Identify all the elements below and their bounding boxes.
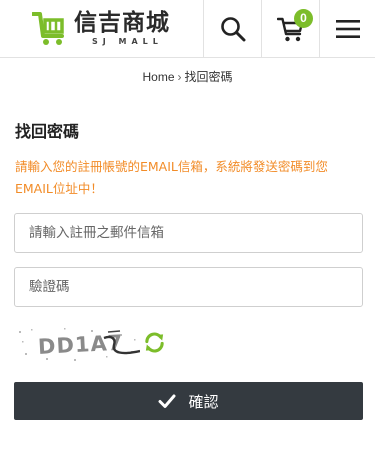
logo-cart-icon	[32, 12, 64, 45]
logo-title: 信吉商城	[74, 10, 170, 36]
confirm-button[interactable]: 確認	[14, 382, 363, 420]
cart-count-badge: 0	[294, 9, 313, 28]
check-icon	[158, 394, 176, 408]
instruction-notice: 請輸入您的註冊帳號的EMAIL信箱，系統將發送密碼到您EMAIL位址中！	[15, 159, 328, 196]
confirm-button-label: 確認	[188, 392, 219, 411]
search-icon	[220, 17, 245, 42]
breadcrumb: Home › 找回密碼	[0, 68, 375, 85]
email-field[interactable]	[14, 213, 363, 253]
breadcrumb-home-link[interactable]: Home	[142, 70, 174, 84]
captcha-text: DD1A7	[37, 331, 123, 359]
cart-button[interactable]: 0	[261, 0, 319, 58]
captcha-field[interactable]	[14, 267, 363, 307]
logo-subtitle: SJ MALL	[92, 37, 163, 46]
breadcrumb-current: 找回密碼	[184, 70, 233, 84]
search-button[interactable]	[203, 0, 261, 58]
site-header: 信吉商城 SJ MALL 0	[0, 0, 375, 58]
page-title: 找回密碼	[15, 122, 80, 141]
breadcrumb-separator: ›	[177, 70, 182, 84]
refresh-icon[interactable]	[143, 331, 166, 354]
site-logo[interactable]: 信吉商城 SJ MALL	[32, 8, 182, 50]
hamburger-menu-icon	[335, 20, 360, 38]
captcha-image: DD1A7	[16, 325, 140, 363]
menu-button[interactable]	[319, 0, 375, 58]
